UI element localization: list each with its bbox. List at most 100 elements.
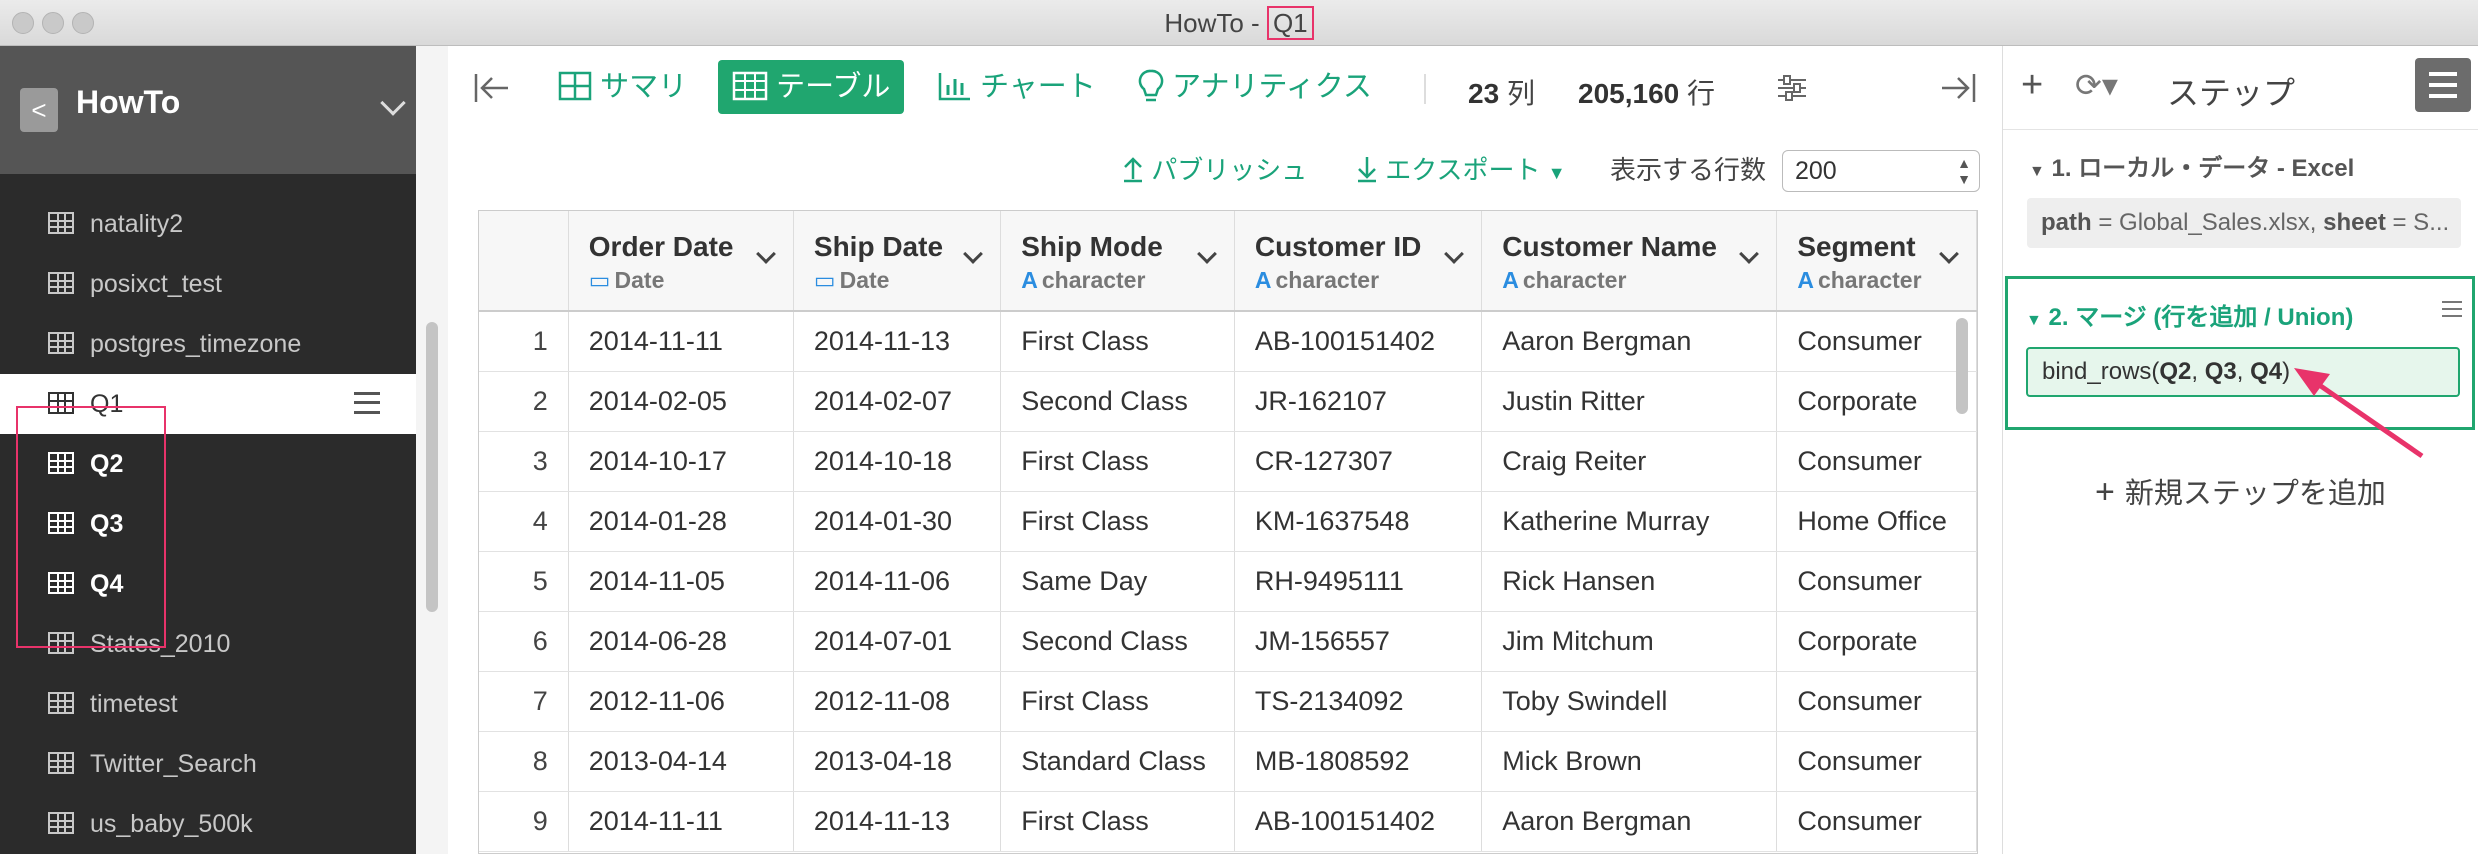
sidebar-item[interactable]: Twitter_Search	[0, 734, 416, 794]
table-cell[interactable]: 2014-02-07	[793, 371, 1002, 432]
step-1-command[interactable]: path = Global_Sales.xlsx, sheet = S...	[2027, 198, 2461, 248]
table-cell[interactable]: AB-100151402	[1234, 791, 1483, 852]
table-cell[interactable]: Katherine Murray	[1481, 491, 1778, 552]
table-cell[interactable]: Consumer	[1776, 551, 1977, 612]
sidebar-item[interactable]: timetest	[0, 674, 416, 734]
table-cell[interactable]: Same Day	[1000, 551, 1235, 612]
table-cell[interactable]: Jim Mitchum	[1481, 611, 1778, 672]
table-row[interactable]: 9 2014-11-11 2014-11-13 First Class AB-10015…	[479, 791, 1977, 852]
table-cell[interactable]: First Class	[1000, 491, 1235, 552]
table-cell[interactable]: Second Class	[1000, 371, 1235, 432]
menu-icon[interactable]	[354, 392, 380, 414]
table-row[interactable]: 4 2014-01-28 2014-01-30 First Class KM-16375…	[479, 491, 1977, 552]
table-cell[interactable]: 2014-10-17	[568, 431, 794, 492]
table-cell[interactable]: KM-1637548	[1234, 491, 1483, 552]
table-cell[interactable]: 2014-11-11	[568, 311, 794, 372]
tab-analytics[interactable]: アナリティクス	[1138, 60, 1372, 114]
table-cell[interactable]: Second Class	[1000, 611, 1235, 672]
table-cell[interactable]: 2012-11-08	[793, 671, 1002, 732]
sidebar-item[interactable]: natality2	[0, 194, 416, 254]
table-cell[interactable]: Aaron Bergman	[1481, 311, 1778, 372]
table-cell[interactable]: 2014-10-18	[793, 431, 1002, 492]
table-cell[interactable]: Home Office	[1776, 491, 1977, 552]
table-cell[interactable]: Corporate	[1776, 371, 1977, 432]
table-cell[interactable]: Aaron Bergman	[1481, 791, 1778, 852]
table-cell[interactable]: Standard Class	[1000, 731, 1235, 792]
rows-select-value: 200	[1795, 157, 1837, 185]
tab-table[interactable]: テーブル	[718, 60, 905, 114]
sidebar-item[interactable]: postgres_timezone	[0, 314, 416, 374]
back-button[interactable]: <	[20, 88, 58, 132]
tab-chart[interactable]: チャート	[938, 60, 1096, 114]
table-cell[interactable]: Consumer	[1776, 431, 1977, 492]
table-cell[interactable]: Corporate	[1776, 611, 1977, 672]
table-cell[interactable]: Consumer	[1776, 791, 1977, 852]
column-header[interactable]: Ship Mode Acharacter	[1000, 211, 1235, 312]
table-cell[interactable]: JM-156557	[1234, 611, 1483, 672]
table-cell[interactable]: 2014-11-05	[568, 551, 794, 612]
table-cell[interactable]: Rick Hansen	[1481, 551, 1778, 612]
column-header[interactable]: Ship Date ▭ Date	[793, 211, 1002, 312]
publish-button[interactable]: パブリッシュ	[1122, 150, 1307, 187]
step-2-title[interactable]: ▼ 2. マージ (行を追加 / Union)	[2026, 297, 2353, 332]
table-row[interactable]: 8 2013-04-14 2013-04-18 Standard Class MB-18…	[479, 731, 1977, 792]
table-row[interactable]: 1 2014-11-11 2014-11-13 First Class AB-10015…	[479, 311, 1977, 372]
table-cell[interactable]: Justin Ritter	[1481, 371, 1778, 432]
table-cell[interactable]: Craig Reiter	[1481, 431, 1778, 492]
column-header[interactable]: Order Date ▭ Date	[568, 211, 794, 312]
column-header[interactable]: Segment Acharacter	[1776, 211, 1977, 312]
sidebar-item[interactable]: us_baby_500k	[0, 794, 416, 854]
table-cell[interactable]: First Class	[1000, 791, 1235, 852]
table-cell[interactable]: TS-2134092	[1234, 671, 1483, 732]
table-cell[interactable]: 2014-11-06	[793, 551, 1002, 612]
table-scrollbar-thumb[interactable]	[1956, 318, 1968, 414]
collapse-right-icon[interactable]	[1940, 72, 1976, 104]
table-cell[interactable]: 2014-11-13	[793, 791, 1002, 852]
table-row[interactable]: 2 2014-02-05 2014-02-07 Second Class JR-1621…	[479, 371, 1977, 432]
table-cell[interactable]: First Class	[1000, 311, 1235, 372]
list-menu-icon[interactable]	[2415, 58, 2471, 112]
table-row[interactable]: 5 2014-11-05 2014-11-06 Same Day RH-9495111 R…	[479, 551, 1977, 612]
table-cell[interactable]: 2014-01-28	[568, 491, 794, 552]
table-cell[interactable]: 2014-07-01	[793, 611, 1002, 672]
table-cell[interactable]: CR-127307	[1234, 431, 1483, 492]
export-button[interactable]: エクスポート ▼	[1356, 150, 1566, 187]
table-cell[interactable]: 2014-02-05	[568, 371, 794, 432]
refresh-icon[interactable]: ⟳▾	[2075, 66, 2118, 104]
table-cell[interactable]: JR-162107	[1234, 371, 1483, 432]
table-cell[interactable]: 2014-01-30	[793, 491, 1002, 552]
step-1-title[interactable]: ▼ 1. ローカル・データ - Excel	[2029, 148, 2354, 183]
chevron-down-icon[interactable]	[380, 90, 406, 116]
table-row[interactable]: 3 2014-10-17 2014-10-18 First Class CR-12730…	[479, 431, 1977, 492]
sidebar-scrollbar-thumb[interactable]	[426, 322, 438, 612]
sidebar-item[interactable]: posixct_test	[0, 254, 416, 314]
table-cell[interactable]: First Class	[1000, 671, 1235, 732]
step-1-label: 1. ローカル・データ - Excel	[2051, 155, 2355, 182]
collapse-left-icon[interactable]	[474, 72, 510, 104]
add-icon[interactable]: +	[2021, 64, 2043, 107]
add-step-button[interactable]: + 新規ステップを追加	[2095, 470, 2386, 512]
table-cell[interactable]: MB-1808592	[1234, 731, 1483, 792]
table-cell[interactable]: Mick Brown	[1481, 731, 1778, 792]
tab-summary[interactable]: サマリ	[558, 60, 687, 114]
table-row[interactable]: 6 2014-06-28 2014-07-01 Second Class JM-1565…	[479, 611, 1977, 672]
table-cell[interactable]: 2014-11-11	[568, 791, 794, 852]
table-cell[interactable]: Consumer	[1776, 671, 1977, 732]
table-cell[interactable]: Toby Swindell	[1481, 671, 1778, 732]
table-cell[interactable]: 2013-04-14	[568, 731, 794, 792]
table-cell[interactable]: First Class	[1000, 431, 1235, 492]
table-cell[interactable]: 2014-11-13	[793, 311, 1002, 372]
table-cell[interactable]: 2012-11-06	[568, 671, 794, 732]
table-cell[interactable]: AB-100151402	[1234, 311, 1483, 372]
rows-select[interactable]: 200 ▲ ▼	[1782, 150, 1980, 192]
column-header[interactable]: Customer Name Acharacter	[1481, 211, 1778, 312]
table-cell[interactable]: Consumer	[1776, 311, 1977, 372]
menu-icon[interactable]	[2442, 301, 2462, 317]
table-cell[interactable]: 2013-04-18	[793, 731, 1002, 792]
table-cell[interactable]: RH-9495111	[1234, 551, 1483, 612]
table-cell[interactable]: Consumer	[1776, 731, 1977, 792]
settings-sliders-icon[interactable]	[1776, 72, 1808, 104]
table-cell[interactable]: 2014-06-28	[568, 611, 794, 672]
table-row[interactable]: 7 2012-11-06 2012-11-08 First Class TS-21340…	[479, 671, 1977, 732]
column-header[interactable]: Customer ID Acharacter	[1234, 211, 1483, 312]
